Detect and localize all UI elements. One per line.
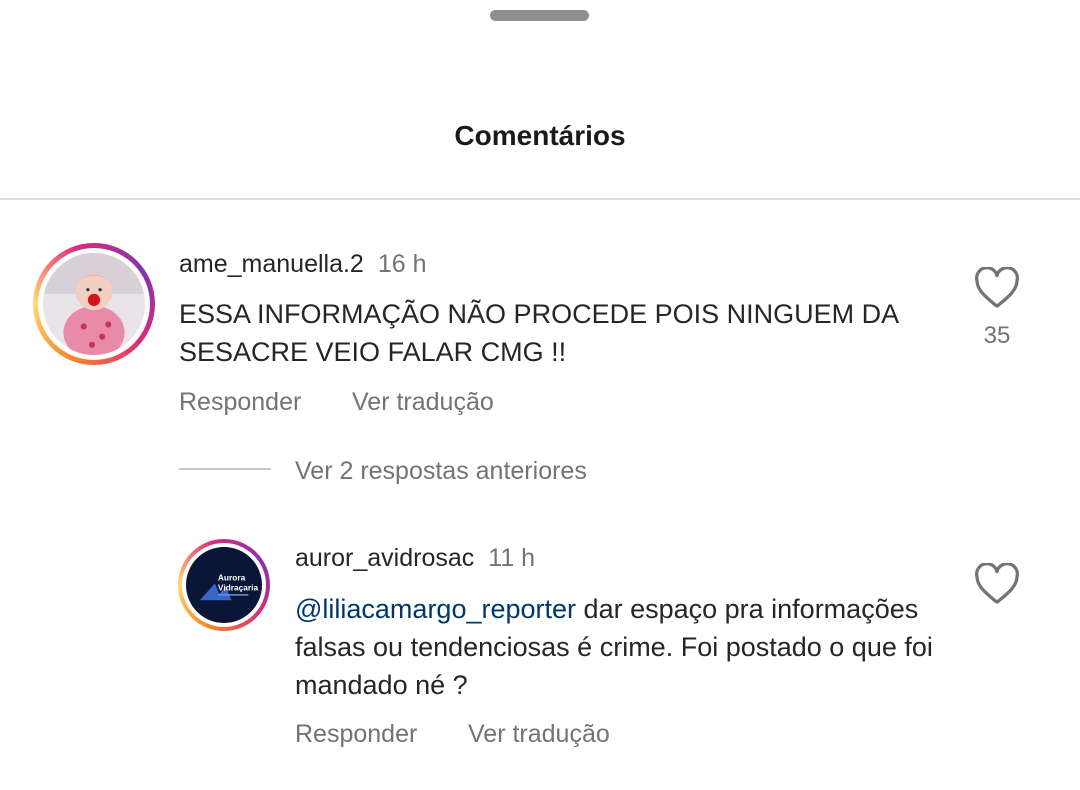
svg-text:Vidraçaria: Vidraçaria	[218, 582, 259, 592]
comment-time: 16 h	[377, 250, 427, 278]
avatar[interactable]	[33, 243, 155, 365]
mention-link[interactable]: @liliacamargo_reporter	[295, 594, 576, 624]
reply-button[interactable]: Responder	[295, 720, 417, 749]
heart-outline-icon[interactable]	[974, 563, 1020, 605]
comment-text: @liliacamargo_reporter dar espaço pra in…	[295, 590, 935, 704]
comment-header: auror_avidrosac 11 h	[295, 544, 535, 573]
comment-header: ame_manuella.2 16 h	[179, 250, 427, 279]
heart-outline-icon[interactable]	[974, 267, 1020, 309]
comment-time: 11 h	[488, 544, 536, 572]
comment-username[interactable]: auror_avidrosac	[295, 544, 474, 572]
sheet-title: Comentários	[454, 120, 626, 151]
aurora-vidracaria-logo: Aurora Vidraçaria	[186, 547, 262, 623]
view-previous-replies-button[interactable]: Ver 2 respostas anteriores	[295, 457, 587, 486]
reply-button[interactable]: Responder	[179, 388, 301, 417]
comment-username[interactable]: ame_manuella.2	[179, 250, 364, 278]
header-divider	[0, 198, 1080, 200]
svg-text:Aurora: Aurora	[218, 572, 246, 582]
see-translation-button[interactable]: Ver tradução	[468, 720, 610, 749]
like-count: 35	[983, 322, 1011, 349]
baby-photo-avatar	[43, 253, 145, 355]
comment-text: ESSA INFORMAÇÃO NÃO PROCEDE POIS NINGUEM…	[179, 299, 898, 367]
see-translation-button[interactable]: Ver tradução	[352, 388, 494, 417]
replies-divider	[179, 468, 271, 470]
sheet-grabber-handle[interactable]	[490, 10, 589, 21]
avatar[interactable]: Aurora Vidraçaria	[178, 539, 270, 631]
